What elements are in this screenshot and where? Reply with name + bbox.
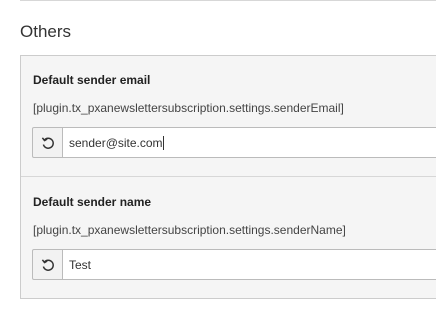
sender-name-input-group [32,249,436,280]
text-caret [163,136,164,150]
settings-panel: Default sender email [plugin.tx_pxanewsl… [20,55,436,299]
sender-email-label: Default sender email [33,73,151,87]
sender-email-input-group [32,127,436,158]
top-divider [20,0,436,1]
sender-name-input[interactable] [63,249,436,280]
sender-name-path: [plugin.tx_pxanewslettersubscription.set… [33,223,346,237]
sender-email-setting: Default sender email [plugin.tx_pxanewsl… [21,56,436,177]
sender-email-path: [plugin.tx_pxanewslettersubscription.set… [33,101,344,115]
undo-icon [41,136,54,149]
sender-name-reset-button[interactable] [32,249,63,280]
sender-email-input[interactable] [63,127,436,158]
sender-name-label: Default sender name [33,195,152,209]
section-title: Others [20,22,72,41]
undo-icon [41,258,54,271]
sender-email-reset-button[interactable] [32,127,63,158]
sender-name-setting: Default sender name [plugin.tx_pxanewsle… [21,177,436,299]
